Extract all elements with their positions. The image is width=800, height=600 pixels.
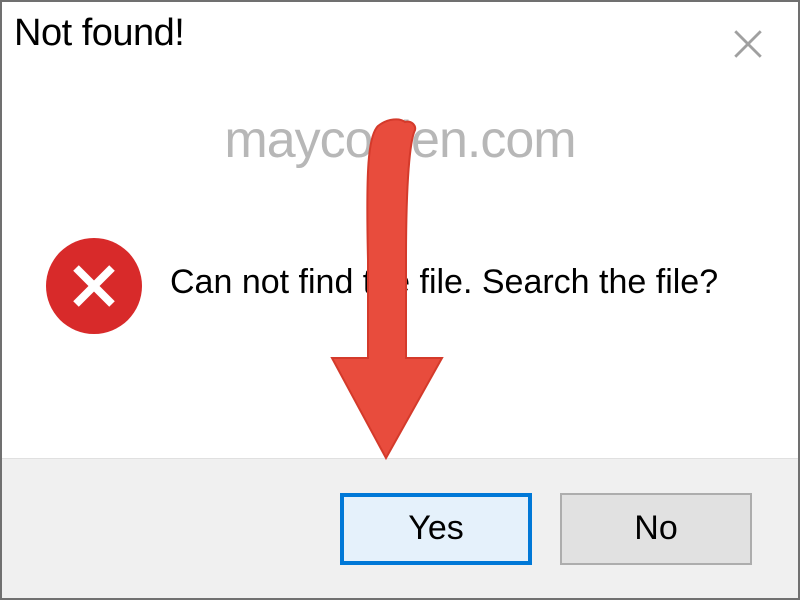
- yes-button[interactable]: Yes: [340, 493, 532, 565]
- dialog-body: Can not find the file. Search the file?: [2, 74, 798, 458]
- close-icon: [731, 27, 765, 61]
- titlebar: Not found!: [2, 2, 798, 74]
- button-bar: Yes No: [2, 458, 798, 598]
- no-button[interactable]: No: [560, 493, 752, 565]
- close-button[interactable]: [724, 20, 772, 68]
- error-icon: [46, 238, 142, 334]
- dialog-window: Not found! maycodien.com Can not find th…: [0, 0, 800, 600]
- dialog-title: Not found!: [14, 12, 184, 55]
- dialog-message: Can not find the file. Search the file?: [170, 261, 718, 304]
